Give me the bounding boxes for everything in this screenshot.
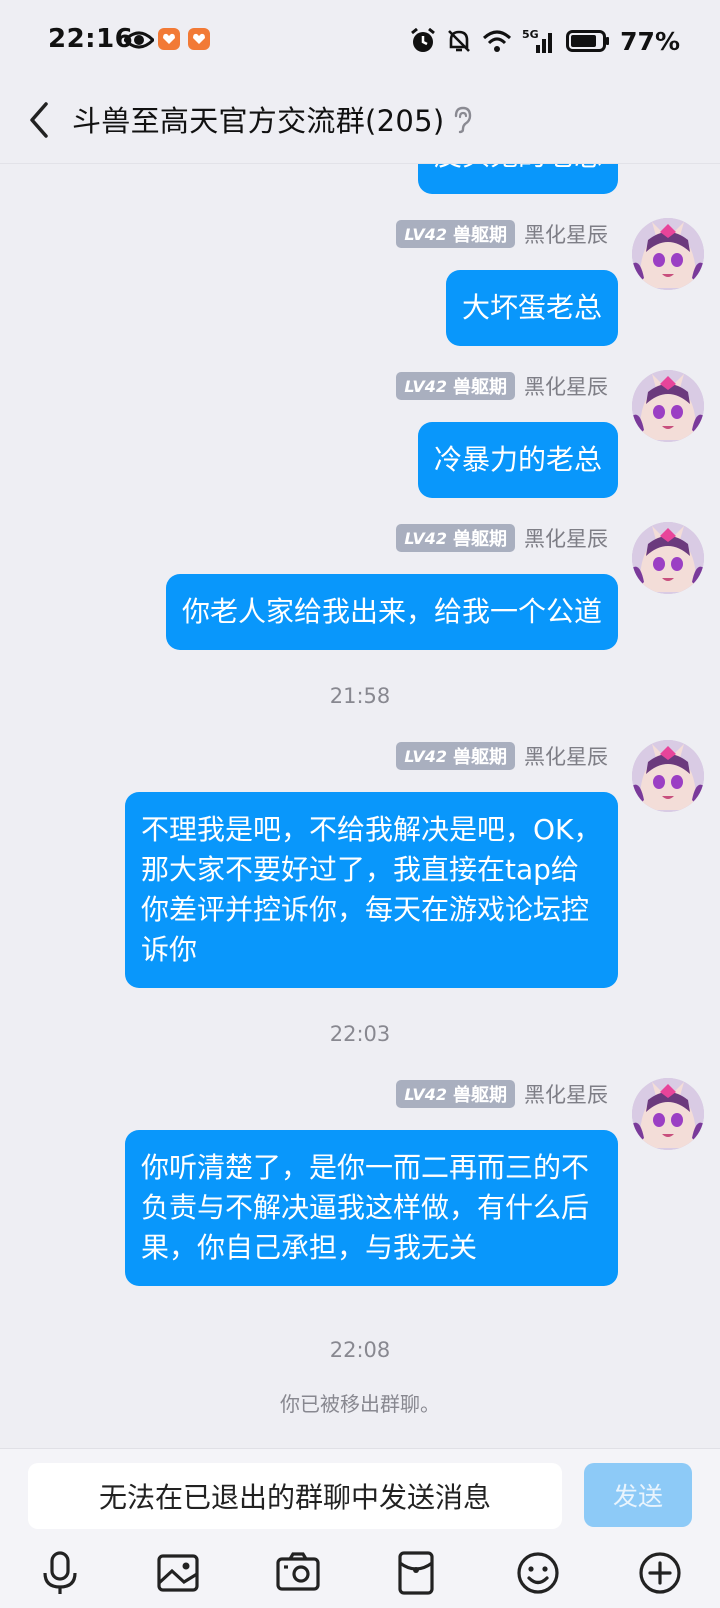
microphone-icon[interactable] [36, 1549, 84, 1597]
message-meta: LV42 兽躯期 黑化星辰 [396, 1080, 608, 1108]
red-packet-icon[interactable] [392, 1549, 440, 1597]
input-toolbar [0, 1549, 720, 1605]
level-badge: LV42 兽躯期 [396, 220, 515, 248]
level-badge: LV42 兽躯期 [396, 742, 515, 770]
avatar[interactable] [632, 218, 704, 290]
message-list[interactable]: 皮头鬼的老总 LV42兽躯期 黑化星辰 大坏蛋老总 [0, 82, 720, 1448]
sender-name[interactable]: 黑化星辰 [524, 371, 608, 401]
svg-text:5G: 5G [522, 28, 539, 41]
sender-name[interactable]: 黑化星辰 [524, 1079, 608, 1109]
status-time: 22:16 [48, 24, 134, 54]
plus-icon[interactable] [636, 1549, 684, 1597]
system-message: 你已被移出群聊。 [280, 1392, 440, 1416]
back-icon[interactable] [20, 98, 64, 142]
sender-name[interactable]: 黑化星辰 [524, 219, 608, 249]
avatar[interactable] [632, 1078, 704, 1150]
avatar[interactable] [632, 370, 704, 442]
send-button[interactable]: 发送 [584, 1463, 692, 1527]
wifi-icon [483, 30, 512, 52]
app-notification-icon [188, 28, 210, 50]
mute-icon [448, 30, 471, 52]
message-bubble[interactable]: 大坏蛋老总 [445, 270, 618, 346]
message-bubble[interactable]: 你老人家给我出来，给我一个公道 [165, 574, 618, 650]
message-bubble[interactable]: 冷暴力的老总 [417, 422, 618, 498]
status-bar: 22:16 5G 77% [0, 0, 720, 82]
level-badge: LV42 兽躯期 [396, 524, 515, 552]
app-notification-icon [158, 28, 180, 50]
ear-icon[interactable] [452, 106, 472, 134]
sender-name[interactable]: 黑化星辰 [524, 741, 608, 771]
avatar[interactable] [632, 740, 704, 812]
battery-icon [566, 30, 610, 52]
camera-icon[interactable] [274, 1549, 322, 1597]
emoji-icon[interactable] [514, 1549, 562, 1597]
timestamp: 21:58 [329, 684, 391, 708]
level-badge: LV42 兽躯期 [396, 372, 515, 400]
sender-name[interactable]: 黑化星辰 [524, 523, 608, 553]
chat-title[interactable]: 斗兽至高天官方交流群(205) [72, 98, 444, 140]
avatar[interactable] [632, 522, 704, 594]
message-meta: LV42 兽躯期 黑化星辰 [396, 220, 608, 248]
signal-icon: 5G [522, 28, 553, 53]
eye-icon [124, 31, 154, 49]
message-bubble[interactable]: 你听清楚了，是你一而二再而三的不负责与不解决逼我这样做，有什么后果，你自己承担，… [125, 1130, 618, 1286]
message-bubble[interactable]: 不理我是吧，不给我解决是吧，OK，那大家不要好过了，我直接在tap给你差评并控诉… [125, 792, 618, 988]
message-input[interactable]: 无法在已退出的群聊中发送消息 [28, 1463, 562, 1529]
battery-percent: 77% [620, 26, 680, 56]
level-badge: LV42 兽躯期 [396, 1080, 515, 1108]
status-right-group: 5G 77% [410, 26, 680, 56]
alarm-icon [411, 28, 436, 52]
image-icon[interactable] [154, 1549, 202, 1597]
chat-header: 斗兽至高天官方交流群(205) [0, 82, 720, 164]
timestamp: 22:08 [329, 1338, 391, 1362]
message-meta: LV42 兽躯期 黑化星辰 [396, 372, 608, 400]
input-bar: 无法在已退出的群聊中发送消息 发送 [0, 1448, 720, 1608]
timestamp: 22:03 [329, 1022, 391, 1046]
message-meta: LV42 兽躯期 黑化星辰 [396, 742, 608, 770]
message-meta: LV42 兽躯期 黑化星辰 [396, 524, 608, 552]
